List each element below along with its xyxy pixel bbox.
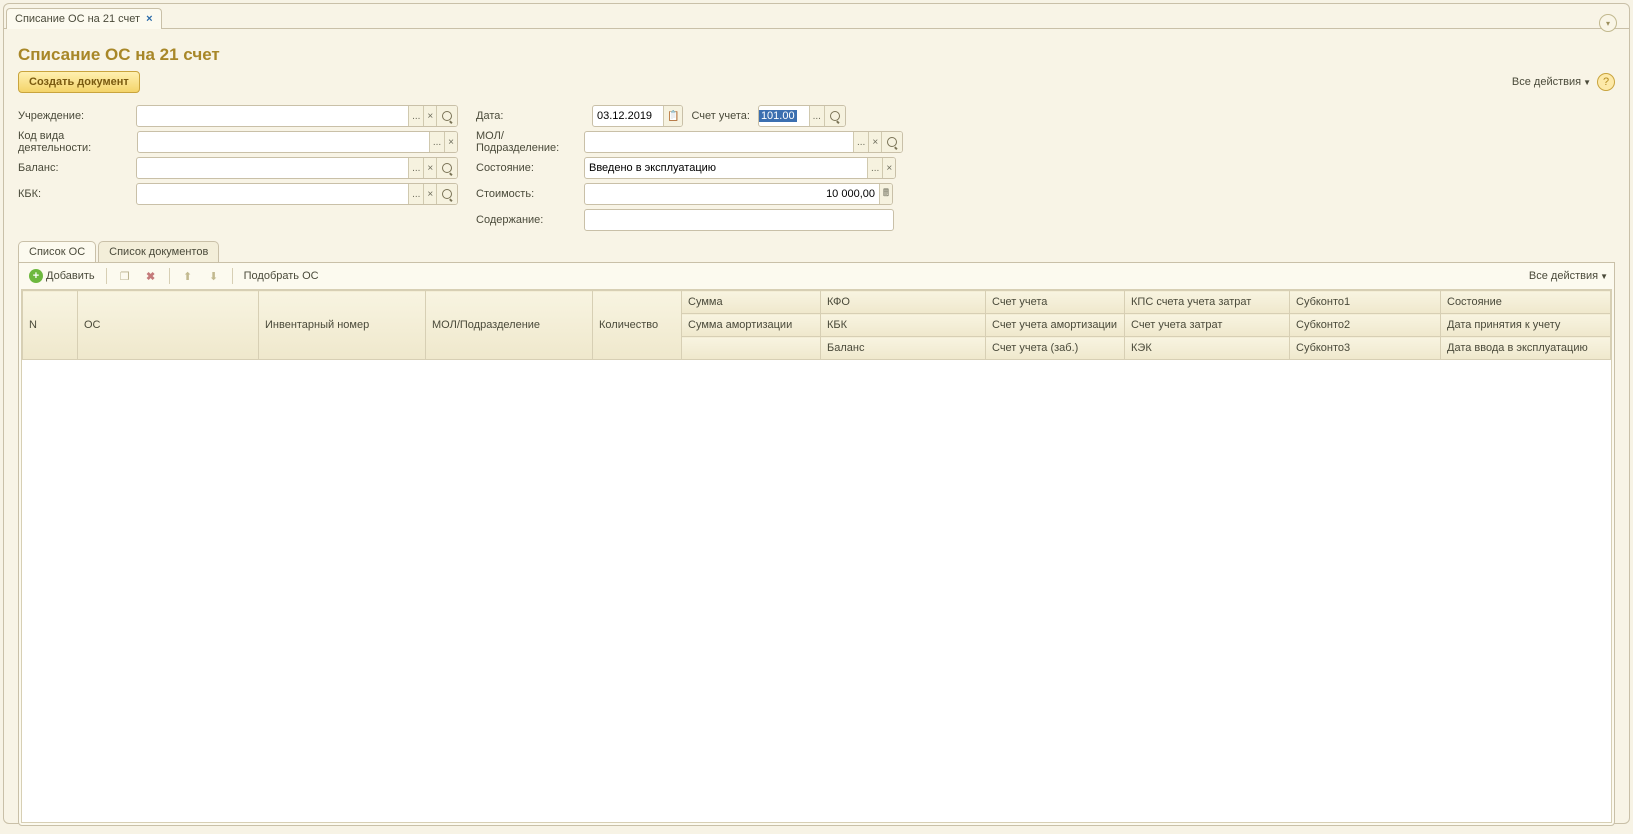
move-up-button[interactable]: ⬆ <box>177 267 199 285</box>
ellipsis-icon[interactable]: ... <box>408 106 423 126</box>
page-title: Списание ОС на 21 счет <box>18 45 1615 65</box>
clear-icon[interactable]: × <box>423 106 436 126</box>
copy-icon: ❐ <box>118 269 132 283</box>
delete-button[interactable]: ✖ <box>140 267 162 285</box>
col-acct-off[interactable]: Счет учета (заб.) <box>986 337 1125 360</box>
kbk-label: КБК: <box>18 188 136 200</box>
search-icon[interactable] <box>824 106 845 126</box>
col-sub3[interactable]: Субконто3 <box>1290 337 1441 360</box>
clear-icon[interactable]: × <box>868 132 881 152</box>
mol-input[interactable]: ...× <box>584 131 903 153</box>
state-label: Состояние: <box>476 162 584 174</box>
add-button[interactable]: +Добавить <box>25 267 99 285</box>
col-inv-no[interactable]: Инвентарный номер <box>259 291 426 360</box>
kbk-input[interactable]: ...× <box>136 183 458 205</box>
pick-os-button[interactable]: Подобрать ОС <box>240 268 323 284</box>
date-input[interactable]: 📋 <box>592 105 683 127</box>
ellipsis-icon[interactable]: ... <box>809 106 824 126</box>
col-kps[interactable]: КПС счета учета затрат <box>1125 291 1290 314</box>
delete-icon: ✖ <box>144 269 158 283</box>
ellipsis-icon[interactable]: ... <box>853 132 868 152</box>
os-grid[interactable]: N ОС Инвентарный номер МОЛ/Подразделение… <box>21 289 1612 823</box>
col-sub2[interactable]: Субконто2 <box>1290 314 1441 337</box>
institution-input[interactable]: ...× <box>136 105 458 127</box>
col-acct-cost[interactable]: Счет учета затрат <box>1125 314 1290 337</box>
col-amort-sum[interactable]: Сумма амортизации <box>682 314 821 337</box>
ellipsis-icon[interactable]: ... <box>867 158 882 178</box>
cost-label: Стоимость: <box>476 188 584 200</box>
arrow-up-icon: ⬆ <box>181 269 195 283</box>
grid-all-actions-menu[interactable]: Все действия▼ <box>1529 270 1608 282</box>
col-balance[interactable]: Баланс <box>821 337 986 360</box>
col-kfo[interactable]: КФО <box>821 291 986 314</box>
move-down-button[interactable]: ⬇ <box>203 267 225 285</box>
clear-icon[interactable]: × <box>423 158 436 178</box>
mol-label: МОЛ/Подразделение: <box>476 130 584 154</box>
col-acct[interactable]: Счет учета <box>986 291 1125 314</box>
col-qty[interactable]: Количество <box>593 291 682 360</box>
activity-code-label: Код вида деятельности: <box>18 130 137 154</box>
help-icon[interactable]: ? <box>1597 73 1615 91</box>
institution-label: Учреждение: <box>18 110 136 122</box>
search-icon[interactable] <box>881 132 902 152</box>
tab-list-os[interactable]: Список ОС <box>18 241 96 262</box>
clear-icon[interactable]: × <box>423 184 436 204</box>
plus-icon: + <box>29 269 43 283</box>
create-document-button[interactable]: Создать документ <box>18 71 140 93</box>
clear-icon[interactable]: × <box>444 132 457 152</box>
col-kek[interactable]: КЭК <box>1125 337 1290 360</box>
col-kbk[interactable]: КБК <box>821 314 986 337</box>
clear-icon[interactable]: × <box>882 158 895 178</box>
content-input[interactable] <box>584 209 894 231</box>
ellipsis-icon[interactable]: ... <box>408 184 423 204</box>
col-sub1[interactable]: Субконто1 <box>1290 291 1441 314</box>
copy-button[interactable]: ❐ <box>114 267 136 285</box>
col-acct-amort[interactable]: Счет учета амортизации <box>986 314 1125 337</box>
search-icon[interactable] <box>436 106 457 126</box>
col-date-commission[interactable]: Дата ввода в эксплуатацию <box>1441 337 1611 360</box>
calculator-icon[interactable]: 🖩 <box>879 184 892 204</box>
date-label: Дата: <box>476 110 584 122</box>
state-input[interactable]: ...× <box>584 157 896 179</box>
cost-input[interactable]: 🖩 <box>584 183 893 205</box>
col-date-accept[interactable]: Дата принятия к учету <box>1441 314 1611 337</box>
activity-code-input[interactable]: ...× <box>137 131 458 153</box>
content-label: Содержание: <box>476 214 584 226</box>
search-icon[interactable] <box>436 158 457 178</box>
search-icon[interactable] <box>436 184 457 204</box>
close-icon[interactable]: × <box>146 13 152 25</box>
arrow-down-icon: ⬇ <box>207 269 221 283</box>
ellipsis-icon[interactable]: ... <box>408 158 423 178</box>
account-input[interactable]: 101.00... <box>758 105 846 127</box>
account-label: Счет учета: <box>691 110 749 122</box>
calendar-icon[interactable]: 📋 <box>663 106 682 126</box>
col-mol[interactable]: МОЛ/Подразделение <box>426 291 593 360</box>
chevron-down-icon[interactable]: ▾ <box>1599 14 1617 32</box>
col-sum[interactable]: Сумма <box>682 291 821 314</box>
col-state[interactable]: Состояние <box>1441 291 1611 314</box>
app-tab-title: Списание ОС на 21 счет <box>15 13 140 25</box>
balance-input[interactable]: ...× <box>136 157 458 179</box>
balance-label: Баланс: <box>18 162 136 174</box>
tab-list-docs[interactable]: Список документов <box>98 241 219 262</box>
col-n[interactable]: N <box>23 291 78 360</box>
all-actions-menu[interactable]: Все действия▼ <box>1512 76 1591 88</box>
ellipsis-icon[interactable]: ... <box>429 132 444 152</box>
col-os[interactable]: ОС <box>78 291 259 360</box>
app-tab[interactable]: Списание ОС на 21 счет × <box>6 8 162 29</box>
